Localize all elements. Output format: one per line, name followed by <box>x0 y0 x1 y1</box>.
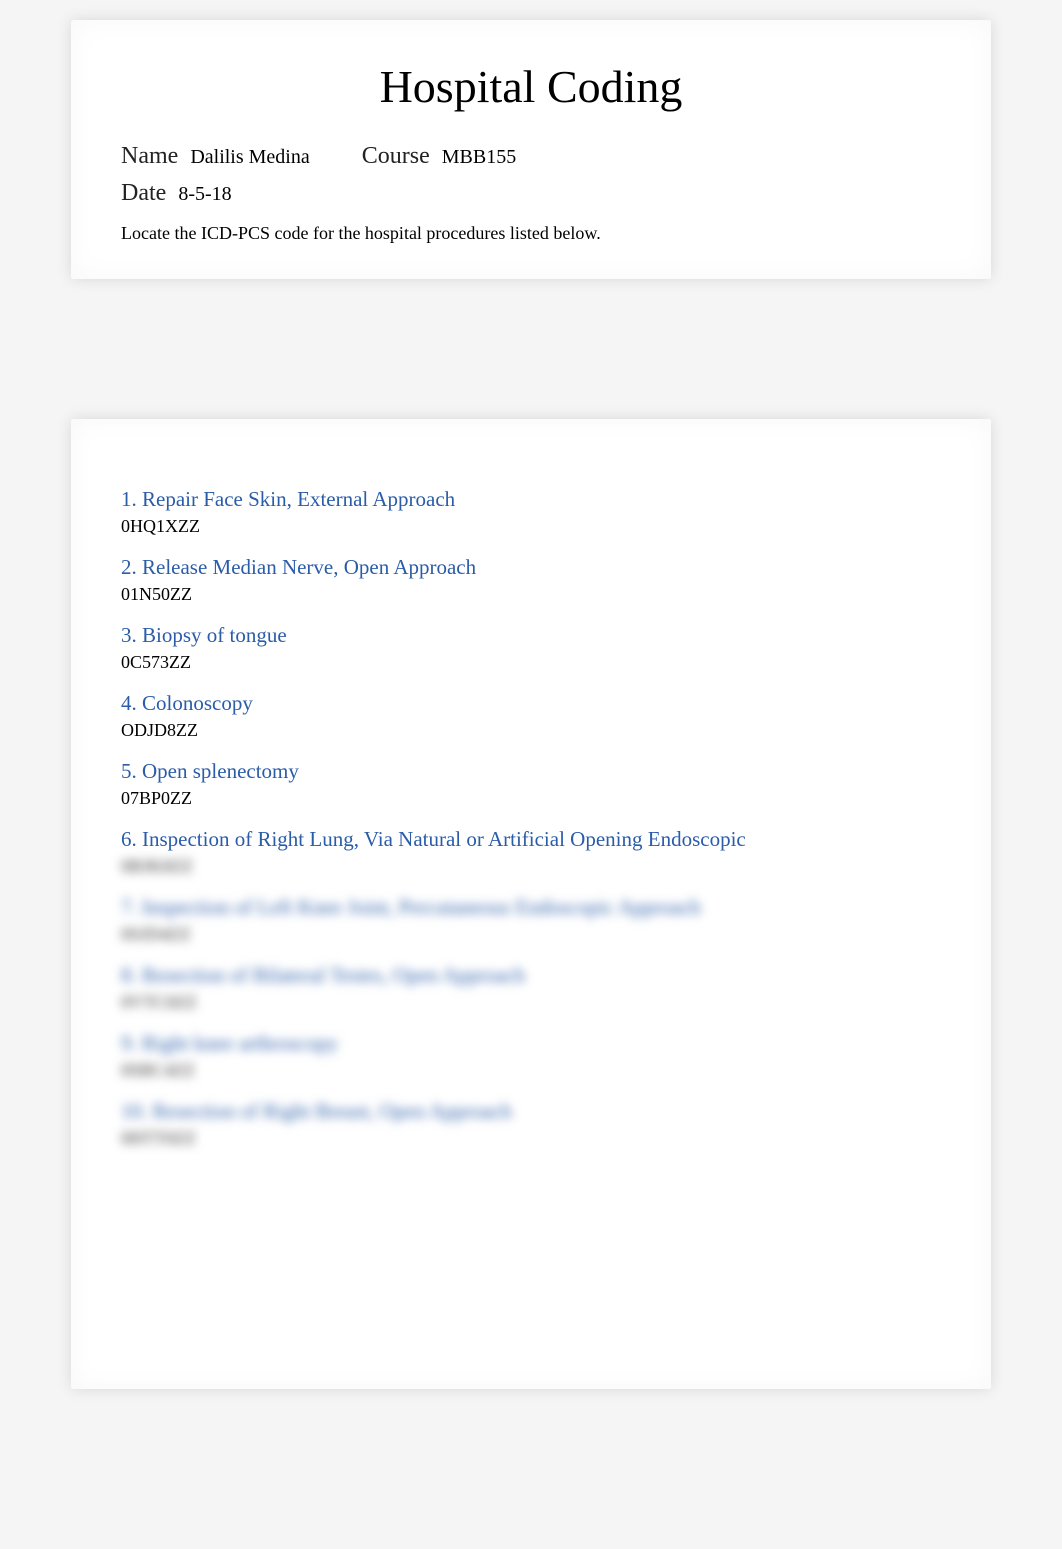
answer-text: 0SJD4ZZ <box>121 924 941 945</box>
question-text: 2. Release Median Nerve, Open Approach <box>121 555 941 580</box>
answer-text: 0VTC0ZZ <box>121 992 941 1013</box>
date-row: Date 8-5-18 <box>121 180 941 207</box>
question-text: 3. Biopsy of tongue <box>121 623 941 648</box>
answer-text: 0SBC4ZZ <box>121 1060 941 1081</box>
question-text: 7. Inspection of Left Knee Joint, Percut… <box>121 895 941 920</box>
question-text: 8. Resection of Bilateral Testes, Open A… <box>121 963 941 988</box>
date-label: Date <box>121 180 166 207</box>
header-section: Hospital Coding Name Dalilis Medina Cour… <box>71 20 991 279</box>
question-text: 1. Repair Face Skin, External Approach <box>121 487 941 512</box>
answer-text: 07BP0ZZ <box>121 788 941 809</box>
instructions-text: Locate the ICD-PCS code for the hospital… <box>121 223 941 244</box>
name-course-row: Name Dalilis Medina Course MBB155 <box>121 143 941 170</box>
question-text: 9. Right knee arthroscopy <box>121 1031 941 1056</box>
answer-text: 0C573ZZ <box>121 652 941 673</box>
question-text: 6. Inspection of Right Lung, Via Natural… <box>121 827 941 852</box>
question-text: 10. Resection of Right Breast, Open Appr… <box>121 1099 941 1124</box>
name-value: Dalilis Medina <box>190 146 309 169</box>
name-label: Name <box>121 143 178 170</box>
answer-text: 01N50ZZ <box>121 584 941 605</box>
answer-text: ODJD8ZZ <box>121 720 941 741</box>
question-text: 5. Open splenectomy <box>121 759 941 784</box>
question-text: 4. Colonoscopy <box>121 691 941 716</box>
date-value: 8-5-18 <box>178 183 231 206</box>
answer-text: 0HQ1XZZ <box>121 516 941 537</box>
answer-text: 0HTT0ZZ <box>121 1128 941 1149</box>
page-title: Hospital Coding <box>121 60 941 113</box>
course-label: Course <box>362 143 430 170</box>
answer-text: 0BJK8ZZ <box>121 856 941 877</box>
course-value: MBB155 <box>442 146 516 169</box>
questions-section: 1. Repair Face Skin, External Approach 0H… <box>71 419 991 1389</box>
